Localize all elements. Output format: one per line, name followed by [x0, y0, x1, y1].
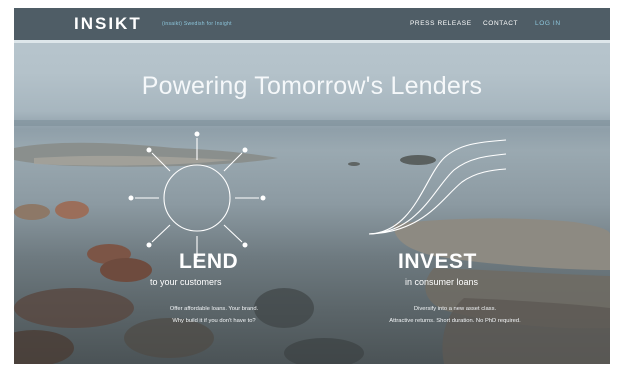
nav-log-in[interactable]: LOG IN	[535, 20, 561, 27]
invest-title[interactable]: INVEST	[398, 250, 477, 274]
top-navbar: INSIKT (insaikt) Swedish for Insight PRE…	[14, 8, 610, 40]
lend-description: Offer affordable loans. Your brand. Why …	[140, 303, 288, 327]
invest-desc-line-2: Attractive returns. Short duration. No P…	[389, 318, 521, 324]
invest-subtitle[interactable]: in consumer loans	[405, 277, 478, 287]
nav-contact[interactable]: CONTACT	[483, 20, 518, 27]
invest-description: Diversify into a new asset class. Attrac…	[360, 303, 550, 327]
lend-subtitle[interactable]: to your customers	[150, 277, 222, 287]
lend-title[interactable]: LEND	[179, 250, 238, 274]
hero-title: Powering Tomorrow's Lenders	[141, 72, 483, 100]
logo[interactable]: INSIKT	[74, 14, 142, 34]
nav-press-release[interactable]: PRESS RELEASE	[410, 20, 472, 27]
page-frame: INSIKT (insaikt) Swedish for Insight PRE…	[14, 8, 610, 364]
tagline: (insaikt) Swedish for Insight	[162, 21, 232, 27]
lend-desc-line-1: Offer affordable loans. Your brand.	[169, 306, 259, 312]
invest-desc-line-1: Diversify into a new asset class.	[413, 306, 497, 312]
header-divider	[14, 40, 610, 43]
lend-desc-line-2: Why build it if you don't have to?	[172, 318, 256, 324]
